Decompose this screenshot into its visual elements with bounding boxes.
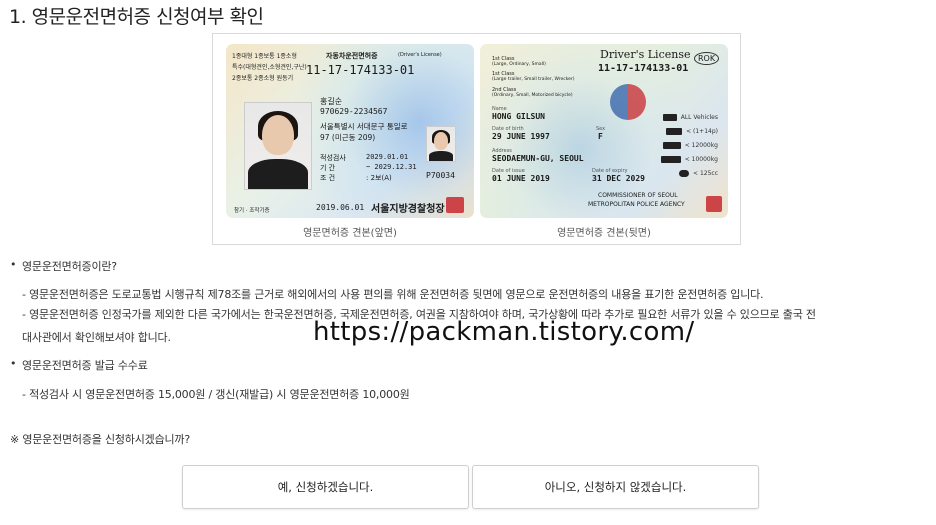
car-icon [662,114,677,121]
back-official-stamp [706,196,722,212]
back-issue-date: 01 JUNE 2019 [492,174,550,183]
license-front-caption: 영문면허증 견본(앞면) [303,228,397,239]
bullet-icon: • [10,258,17,271]
front-class-line2: 특수(대형견인,소형견인,구난) [232,64,307,71]
front-period-label: 기 간 [320,164,336,172]
back-sex: F [598,132,603,141]
back-class1-desc: (Large, Ordinary, Small) [492,62,546,67]
front-card-title-en: (Driver's License) [398,52,442,58]
front-code: P70034 [426,171,455,180]
front-test-start: 2029.01.01 [366,153,409,161]
back-dob: 29 JUNE 1997 [492,132,550,141]
back-class2-desc: (Ordinary, Small, Motorized bicycle) [492,93,573,98]
front-card-title: 자동차운전면허증 [326,52,378,60]
front-footer-mark: 참기 · 조작기증 [234,208,270,214]
vehicle-row-5: < 125cc [679,170,718,177]
license-back-caption: 영문면허증 견본(뒷면) [557,228,651,239]
back-license-number: 11-17-174133-01 [598,63,689,74]
back-name: HONG GILSUN [492,112,545,121]
vehicle-row-4: < 10000kg [660,156,718,163]
front-address1: 서울특별시 서대문구 통일로 [320,122,408,131]
back-title: Driver's License [600,48,691,61]
what-is-line1: - 영문운전면허증은 도로교통법 시행규칙 제78조를 근거로 해외에서의 사용… [22,288,764,301]
front-condition-label: 조 건 [320,174,336,182]
back-issuer-line2: METROPOLITAN POLICE AGENCY [588,201,685,208]
front-class-line3: 2종보통 2종소형 원동기 [232,75,294,82]
truck-icon [662,142,681,149]
back-country: ROK [694,52,720,65]
bullet-icon: • [10,357,17,370]
back-class1b-desc: (Large trailer, Small trailer, Wrecker) [492,77,575,82]
apply-no-button[interactable]: 아니오, 신청하지 않겠습니다. [472,465,759,509]
license-back-sample: Driver's License ROK 11-17-174133-01 1st… [480,44,728,239]
front-test-label: 적성검사 [320,154,346,162]
front-issue-date: 2019.06.01 [316,203,365,212]
license-sample-panel: 1종대형 1종보통 1종소형 특수(대형견인,소형견인,구난) 2종보통 2종소… [212,33,741,245]
fee-line: - 적성검사 시 영문운전면허증 15,000원 / 갱신(재발급) 시 영문운… [22,388,410,401]
license-front-image: 1종대형 1종보통 1종소형 특수(대형견인,소형견인,구난) 2종보통 2종소… [226,44,474,218]
vehicle-row-3: < 12000kg [662,142,718,149]
blog-watermark-url: https://packman.tistory.com/ [313,317,695,347]
license-back-image: Driver's License ROK 11-17-174133-01 1st… [480,44,728,218]
front-test-end: ~ 2029.12.31 [366,163,417,171]
front-license-number: 11-17-174133-01 [306,63,415,77]
motorcycle-icon [679,170,690,177]
fee-title: 영문운전면허증 발급 수수료 [22,359,148,372]
front-address2: 97 (미근동 209) [320,133,376,142]
what-is-line3: 대사관에서 확인해보셔야 합니다. [22,331,171,344]
apply-yes-button[interactable]: 예, 신청하겠습니다. [182,465,469,509]
taegeuk-emblem-icon [610,84,646,120]
back-expiry-date: 31 DEC 2029 [592,174,645,183]
bus-icon [660,156,681,163]
front-condition-value: : 2보(A) [366,174,392,182]
what-is-title: 영문운전면허증이란? [22,260,117,273]
front-small-photo [426,126,456,162]
vehicle-row-1: ALL Vehicles [662,114,718,121]
front-id-number: 970629-2234567 [320,107,388,116]
front-class-line1: 1종대형 1종보통 1종소형 [232,53,297,60]
van-icon [666,128,683,135]
front-issuer: 서울지방경찰청장 [371,204,445,215]
front-official-stamp [446,197,464,213]
vehicle-row-2: < (1+14p) [666,128,718,135]
front-photo [244,102,312,190]
apply-question: ※ 영문운전면허증을 신청하시겠습니까? [10,433,190,446]
page-title: 1. 영문운전면허증 신청여부 확인 [9,6,264,28]
back-issuer-line1: COMMISSIONER OF SEOUL [598,192,678,199]
front-name: 홍길순 [320,97,343,106]
back-address: SEODAEMUN-GU, SEOUL [492,154,584,163]
license-front-sample: 1종대형 1종보통 1종소형 특수(대형견인,소형견인,구난) 2종보통 2종소… [226,44,474,239]
